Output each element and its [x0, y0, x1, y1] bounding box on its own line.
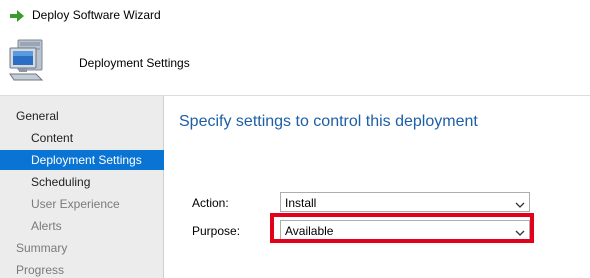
- sidebar-item-general[interactable]: General: [0, 106, 164, 126]
- title-bar: Deploy Software Wizard: [0, 0, 590, 32]
- green-arrow-icon: [10, 10, 24, 22]
- section-heading: Specify settings to control this deploym…: [179, 113, 478, 130]
- sidebar-item-summary[interactable]: Summary: [0, 238, 164, 258]
- sidebar-item-progress[interactable]: Progress: [0, 260, 164, 278]
- sidebar-item-scheduling[interactable]: Scheduling: [0, 172, 164, 192]
- action-value: Install: [285, 196, 317, 210]
- sidebar-item-deployment-settings[interactable]: Deployment Settings: [0, 150, 164, 170]
- purpose-label: Purpose:: [192, 224, 241, 238]
- wizard-header: Deployment Settings: [0, 32, 590, 95]
- action-dropdown[interactable]: Install: [280, 192, 530, 212]
- sidebar-item-content[interactable]: Content: [0, 128, 164, 148]
- highlight-box: [270, 213, 534, 243]
- action-label: Action:: [192, 196, 229, 210]
- sidebar-item-user-experience[interactable]: User Experience: [0, 194, 164, 214]
- computer-icon: [8, 38, 48, 82]
- chevron-down-icon: [515, 198, 525, 208]
- window-title: Deploy Software Wizard: [32, 8, 161, 22]
- main-panel: Specify settings to control this deploym…: [165, 96, 590, 278]
- page-title: Deployment Settings: [79, 56, 190, 70]
- wizard-sidebar: General Content Deployment Settings Sche…: [0, 96, 164, 278]
- sidebar-item-alerts[interactable]: Alerts: [0, 216, 164, 236]
